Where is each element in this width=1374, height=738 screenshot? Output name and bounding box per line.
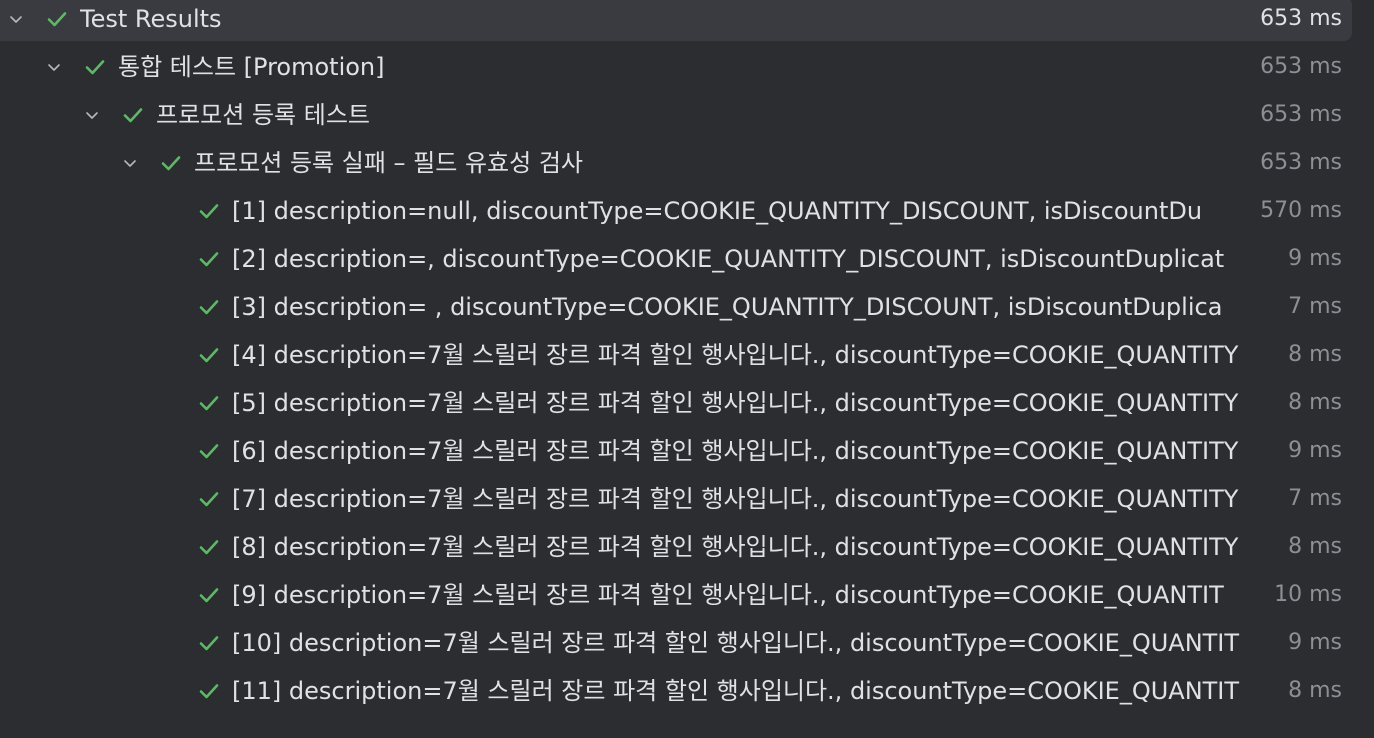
tree-row-suite[interactable]: 통합 테스트 [Promotion] 653 ms (0, 45, 1352, 89)
chevron-down-icon[interactable] (118, 151, 142, 175)
tree-row-label: Test Results (80, 5, 222, 33)
test-duration: 8 ms (1288, 534, 1342, 559)
check-icon (196, 390, 222, 416)
check-icon (196, 486, 222, 512)
tree-row-label: [2] description=, discountType=COOKIE_QU… (232, 245, 1225, 273)
tree-row-case[interactable]: [8] description=7월 스릴러 장르 파격 할인 행사입니다., … (0, 525, 1352, 569)
test-duration: 7 ms (1288, 486, 1342, 511)
check-icon (196, 342, 222, 368)
test-duration: 9 ms (1288, 246, 1342, 271)
check-icon (196, 582, 222, 608)
chevron-down-icon[interactable] (4, 7, 28, 31)
tree-row-case[interactable]: [11] description=7월 스릴러 장르 파격 할인 행사입니다.,… (0, 669, 1352, 713)
tree-row-case[interactable]: [10] description=7월 스릴러 장르 파격 할인 행사입니다.,… (0, 621, 1352, 665)
check-icon (196, 246, 222, 272)
tree-row-label: [5] description=7월 스릴러 장르 파격 할인 행사입니다., … (232, 389, 1239, 417)
test-duration: 653 ms (1260, 102, 1342, 127)
check-icon (44, 6, 70, 32)
tree-row-label: [10] description=7월 스릴러 장르 파격 할인 행사입니다.,… (232, 629, 1240, 657)
check-icon (158, 150, 184, 176)
tree-row-case[interactable]: [9] description=7월 스릴러 장르 파격 할인 행사입니다., … (0, 573, 1352, 617)
check-icon (196, 294, 222, 320)
test-duration: 8 ms (1288, 342, 1342, 367)
check-icon (196, 630, 222, 656)
tree-row-label: [1] description=null, discountType=COOKI… (232, 197, 1203, 225)
chevron-down-icon[interactable] (42, 55, 66, 79)
test-duration: 8 ms (1288, 678, 1342, 703)
check-icon (196, 678, 222, 704)
check-icon (196, 438, 222, 464)
tree-row-label: [3] description= , discountType=COOKIE_Q… (232, 293, 1223, 321)
tree-row-label: [6] description=7월 스릴러 장르 파격 할인 행사입니다., … (232, 437, 1239, 465)
test-duration: 570 ms (1260, 198, 1342, 223)
test-duration: 653 ms (1260, 54, 1342, 79)
test-results-tree: Test Results 653 ms 통합 테스트 [Promotion] 6… (0, 0, 1374, 738)
test-duration: 8 ms (1288, 390, 1342, 415)
tree-row-label: [8] description=7월 스릴러 장르 파격 할인 행사입니다., … (232, 533, 1239, 561)
tree-row-case[interactable]: [7] description=7월 스릴러 장르 파격 할인 행사입니다., … (0, 477, 1352, 521)
tree-row-label: [7] description=7월 스릴러 장르 파격 할인 행사입니다., … (232, 485, 1239, 513)
tree-row-case[interactable]: [1] description=null, discountType=COOKI… (0, 189, 1352, 233)
tree-row-label: 통합 테스트 [Promotion] (118, 53, 385, 81)
tree-row-case[interactable]: [3] description= , discountType=COOKIE_Q… (0, 285, 1352, 329)
chevron-down-icon[interactable] (80, 103, 104, 127)
check-icon (120, 102, 146, 128)
test-duration: 7 ms (1288, 294, 1342, 319)
test-duration: 9 ms (1288, 438, 1342, 463)
test-duration: 10 ms (1274, 582, 1342, 607)
tree-row-case[interactable]: [4] description=7월 스릴러 장르 파격 할인 행사입니다., … (0, 333, 1352, 377)
check-icon (196, 534, 222, 560)
check-icon (82, 54, 108, 80)
tree-row-case[interactable]: [6] description=7월 스릴러 장르 파격 할인 행사입니다., … (0, 429, 1352, 473)
check-icon (196, 198, 222, 224)
tree-row-method[interactable]: 프로모션 등록 실패 – 필드 유효성 검사 653 ms (0, 141, 1352, 185)
tree-row-label: 프로모션 등록 테스트 (156, 101, 370, 129)
tree-row-case[interactable]: [5] description=7월 스릴러 장르 파격 할인 행사입니다., … (0, 381, 1352, 425)
tree-row-label: [11] description=7월 스릴러 장르 파격 할인 행사입니다.,… (232, 677, 1240, 705)
test-duration: 9 ms (1288, 630, 1342, 655)
tree-row-case[interactable]: [2] description=, discountType=COOKIE_QU… (0, 237, 1352, 281)
tree-row-label: [4] description=7월 스릴러 장르 파격 할인 행사입니다., … (232, 341, 1239, 369)
tree-row-class[interactable]: 프로모션 등록 테스트 653 ms (0, 93, 1352, 137)
test-duration: 653 ms (1260, 6, 1342, 31)
tree-row-label: 프로모션 등록 실패 – 필드 유효성 검사 (194, 149, 583, 177)
test-duration: 653 ms (1260, 150, 1342, 175)
tree-row-label: [9] description=7월 스릴러 장르 파격 할인 행사입니다., … (232, 581, 1224, 609)
tree-row-test-results[interactable]: Test Results 653 ms (0, 0, 1352, 41)
